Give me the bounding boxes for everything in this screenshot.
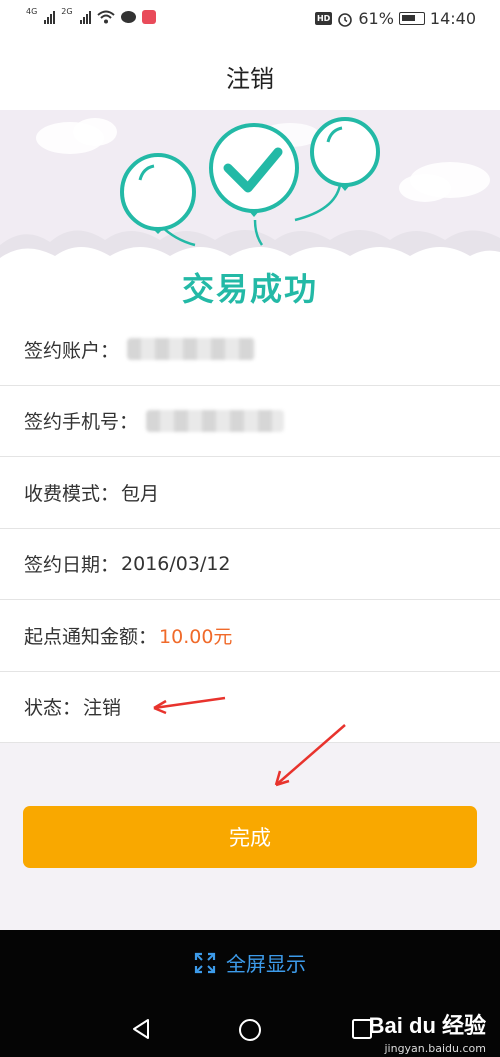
- bottom-bar: 全屏显示 Bai du 经验 jingyan.baidu.com: [0, 930, 500, 1057]
- fullscreen-label: 全屏显示: [226, 952, 306, 976]
- baidu-jingyan-watermark: Bai du 经验 jingyan.baidu.com: [369, 1008, 486, 1055]
- annotation-arrows: [153, 696, 346, 787]
- watermark-url: jingyan.baidu.com: [384, 1042, 486, 1055]
- fullscreen-toggle[interactable]: 全屏显示: [0, 948, 500, 977]
- watermark-logo: Bai du 经验: [368, 1013, 486, 1038]
- arrow-to-done: [275, 724, 346, 786]
- back-icon[interactable]: [130, 1018, 152, 1040]
- home-icon[interactable]: [238, 1018, 262, 1042]
- fullscreen-icon: [194, 952, 216, 973]
- done-button[interactable]: 完成: [23, 806, 477, 868]
